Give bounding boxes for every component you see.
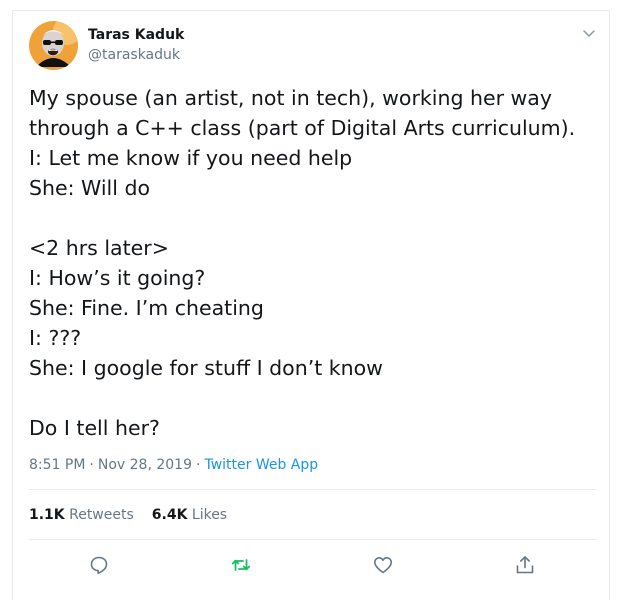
tweet-line: She: I google for stuff I don’t know — [29, 356, 383, 380]
likes-stat[interactable]: 6.4K Likes — [152, 507, 227, 523]
divider — [29, 489, 597, 490]
retweets-stat[interactable]: 1.1K Retweets — [29, 507, 134, 523]
retweet-icon[interactable] — [230, 554, 252, 576]
author-handle[interactable]: @taraskaduk — [88, 47, 180, 63]
tweet-card: Taras Kaduk @taraskaduk My spouse (an ar… — [12, 10, 610, 600]
share-icon[interactable] — [514, 554, 536, 576]
tweet-meta: 8:51 PM · Nov 28, 2019 · Twitter Web App — [29, 457, 318, 473]
chevron-down-icon[interactable] — [581, 25, 597, 41]
heart-icon[interactable] — [372, 554, 394, 576]
tweet-line: through a C++ class (part of Digital Art… — [29, 116, 576, 140]
likes-label: Likes — [191, 507, 228, 523]
likes-count: 6.4K — [151, 507, 188, 523]
retweets-label: Retweets — [69, 507, 134, 523]
tweet-stats: 1.1K Retweets 6.4K Likes — [29, 507, 245, 523]
tweet-line: My spouse (an artist, not in tech), work… — [29, 86, 552, 110]
avatar[interactable] — [29, 21, 78, 70]
tweet-line: I: How’s it going? — [29, 266, 206, 290]
author-name[interactable]: Taras Kaduk — [88, 27, 184, 43]
divider — [29, 539, 597, 540]
tweet-line: I: Let me know if you need help — [29, 146, 353, 170]
reply-icon[interactable] — [88, 554, 110, 576]
tweet-text: My spouse (an artist, not in tech), work… — [29, 83, 599, 443]
meta-separator: · — [89, 457, 94, 473]
tweet-line: I: ??? — [29, 326, 82, 350]
tweet-line: <2 hrs later> — [29, 236, 169, 260]
tweet-line: She: Will do — [29, 176, 151, 200]
meta-separator: · — [196, 457, 201, 473]
tweet-line: She: Fine. I’m cheating — [29, 296, 264, 320]
tweet-line: Do I tell her? — [29, 416, 160, 440]
tweet-date: Nov 28, 2019 — [97, 457, 192, 473]
tweet-source-link[interactable]: Twitter Web App — [204, 457, 318, 473]
avatar-image — [29, 21, 78, 70]
tweet-time: 8:51 PM — [29, 457, 86, 473]
tweet-timestamp[interactable]: 8:51 PM · Nov 28, 2019 — [29, 457, 192, 473]
retweets-count: 1.1K — [29, 507, 65, 523]
